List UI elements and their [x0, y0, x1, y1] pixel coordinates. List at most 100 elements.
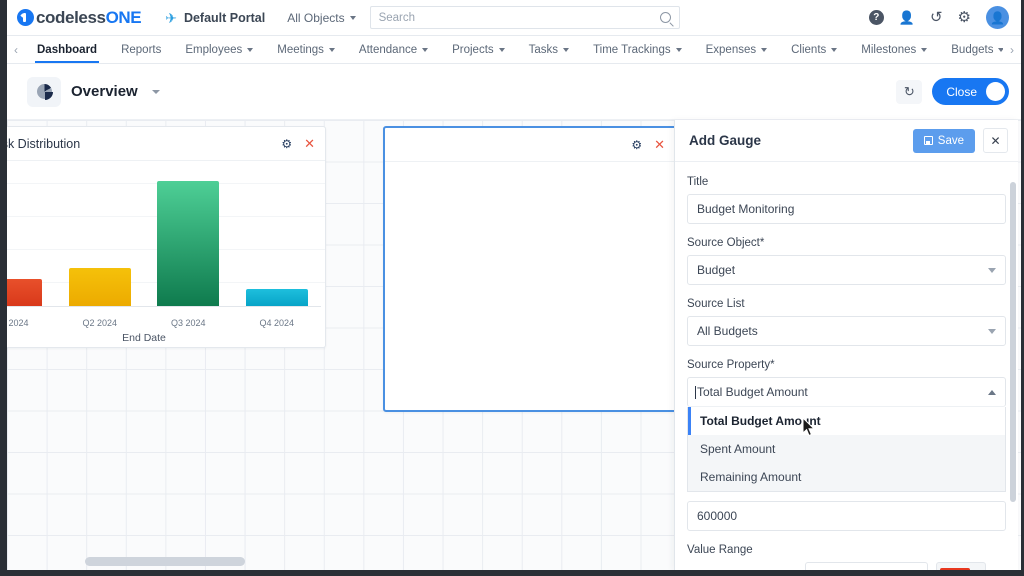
source-property-value: Total Budget Amount — [695, 385, 988, 399]
nav-tab-tasks[interactable]: Tasks — [517, 36, 581, 63]
value-range-row: When value is >= 0 ✕ — [687, 562, 1006, 570]
brand-text: codelessONE — [36, 7, 142, 28]
chart-bar[interactable] — [68, 267, 131, 307]
close-toggle[interactable]: Close — [932, 78, 1009, 105]
panel-title: Add Gauge — [689, 133, 762, 148]
search-input[interactable]: Search — [369, 6, 680, 29]
bar-chart: Q1 2024 Q2 2024 Q3 2024 Q4 2024 End Date — [7, 161, 325, 349]
chart-x-tick-labels: Q1 2024 Q2 2024 Q3 2024 Q4 2024 — [7, 318, 321, 328]
help-icon[interactable]: ? — [868, 10, 884, 25]
nav-next-icon[interactable]: › — [1003, 36, 1021, 63]
chevron-up-icon — [988, 389, 996, 395]
object-selector[interactable]: All Objects — [287, 11, 356, 25]
title-field-label: Title — [687, 176, 709, 188]
nav-tab-meetings[interactable]: Meetings — [265, 36, 347, 63]
source-property-dropdown: Total Budget Amount Spent Amount Remaining… — [687, 407, 1006, 492]
nav-tab-label: Dashboard — [37, 43, 98, 56]
chart-x-tick-label: Q2 2024 — [82, 318, 118, 328]
source-property-select[interactable]: Total Budget Amount — [687, 377, 1006, 407]
overview-selector[interactable]: Overview — [19, 70, 170, 113]
chart-bar[interactable] — [245, 288, 308, 307]
nav-tab-projects[interactable]: Projects — [440, 36, 517, 63]
overview-toolbar: Overview ↻ Close — [7, 64, 1021, 120]
brand-prefix: codeless — [36, 7, 106, 27]
nav-tab-milestones[interactable]: Milestones — [849, 36, 939, 63]
gauge-widget[interactable]: ⚙ ✕ — [383, 126, 677, 412]
pie-chart-icon — [27, 76, 61, 107]
portal-label: Default Portal — [183, 10, 266, 25]
chevron-down-icon — [563, 47, 570, 52]
nav-tab-attendance[interactable]: Attendance — [347, 36, 440, 63]
close-toggle-label: Close — [946, 84, 977, 99]
chevron-down-icon — [498, 47, 505, 52]
close-icon[interactable]: ✕ — [654, 138, 665, 151]
brand-mark-icon — [17, 9, 34, 26]
source-object-select[interactable]: Budget — [687, 255, 1006, 285]
source-object-label: Source Object* — [687, 237, 765, 249]
send-icon: ✈ — [165, 9, 177, 26]
color-swatch — [939, 567, 970, 570]
nav-prev-icon[interactable]: ‹ — [7, 36, 25, 63]
save-button-label: Save — [937, 134, 964, 147]
search-icon — [659, 12, 671, 23]
top-bar: codelessONE ✈ Default Portal All Objects… — [7, 0, 1021, 36]
nav-tab-label: Budgets — [951, 43, 994, 56]
gear-icon[interactable]: ⚙ — [281, 137, 292, 151]
dropdown-option[interactable]: Total Budget Amount — [688, 407, 1005, 435]
panel-body: Title Budget Monitoring Source Object* B… — [675, 162, 1018, 570]
avatar[interactable]: 👤 — [986, 6, 1009, 29]
toggle-knob — [986, 82, 1005, 101]
chart-bar[interactable] — [7, 279, 43, 307]
history-icon[interactable]: ↺ — [930, 10, 943, 25]
add-user-icon[interactable]: 👤 — [899, 11, 915, 24]
horizontal-scrollbar-thumb[interactable] — [85, 557, 245, 566]
brand-suffix: ONE — [105, 7, 142, 27]
nav-tabs: ‹ Dashboard Reports Employees Meetings Atten… — [7, 36, 1021, 64]
chevron-down-icon — [988, 267, 996, 273]
top-bar-actions: ? 👤 ↺ ⚙ 👤 — [868, 6, 1009, 29]
source-list-label: Source List — [687, 298, 745, 310]
nav-tab-dashboard[interactable]: Dashboard — [25, 36, 109, 63]
chart-bar-slot — [7, 169, 56, 307]
nav-tab-clients[interactable]: Clients — [779, 36, 849, 63]
range-color-picker[interactable] — [935, 562, 986, 570]
panel-scrollbar-thumb[interactable] — [1010, 182, 1016, 502]
chart-axis-line — [7, 306, 321, 307]
chart-x-tick-label: Q1 2024 — [7, 318, 29, 328]
max-value-input[interactable]: 600000 — [687, 501, 1006, 531]
chart-x-tick-label: Q4 2024 — [259, 318, 295, 328]
overview-actions: ↻ Close — [896, 78, 1009, 105]
nav-tab-budgets[interactable]: Budgets — [939, 36, 1003, 63]
chart-bar-slot — [144, 169, 233, 307]
close-panel-button[interactable]: ✕ — [983, 128, 1008, 153]
chevron-down-icon — [349, 15, 356, 20]
nav-tab-label: Tasks — [528, 43, 559, 56]
chart-bar[interactable] — [157, 180, 220, 307]
nav-tab-label: Attendance — [358, 43, 418, 56]
title-input[interactable]: Budget Monitoring — [687, 194, 1006, 224]
source-property-label: Source Property* — [687, 359, 775, 371]
gear-icon[interactable]: ⚙ — [958, 10, 971, 25]
chart-widget: y Task Distribution ⚙ ✕ Q1 2024 Q2 2024 Q3… — [7, 126, 326, 348]
nav-tab-time-trackings[interactable]: Time Trackings — [581, 36, 694, 63]
brand-logo[interactable]: codelessONE — [17, 7, 142, 28]
chevron-down-icon — [761, 47, 768, 52]
nav-tab-employees[interactable]: Employees — [173, 36, 265, 63]
gear-icon[interactable]: ⚙ — [631, 138, 642, 152]
chart-widget-title: y Task Distribution — [7, 136, 81, 151]
chart-bar-slot — [233, 169, 322, 307]
nav-tab-expenses[interactable]: Expenses — [694, 36, 780, 63]
refresh-button[interactable]: ↻ — [896, 79, 923, 104]
save-button[interactable]: Save — [912, 128, 975, 153]
source-list-value: All Budgets — [697, 324, 758, 338]
nav-tab-label: Milestones — [861, 43, 917, 56]
range-rule-input[interactable]: 0 — [805, 562, 928, 570]
source-list-select[interactable]: All Budgets — [687, 316, 1006, 346]
chart-bars — [7, 169, 321, 307]
dropdown-option[interactable]: Remaining Amount — [688, 463, 1005, 491]
disk-icon — [923, 136, 933, 145]
nav-tab-reports[interactable]: Reports — [109, 36, 173, 63]
dropdown-option[interactable]: Spent Amount — [688, 435, 1005, 463]
close-icon[interactable]: ✕ — [304, 137, 315, 150]
portal-selector[interactable]: ✈ Default Portal — [165, 11, 265, 25]
